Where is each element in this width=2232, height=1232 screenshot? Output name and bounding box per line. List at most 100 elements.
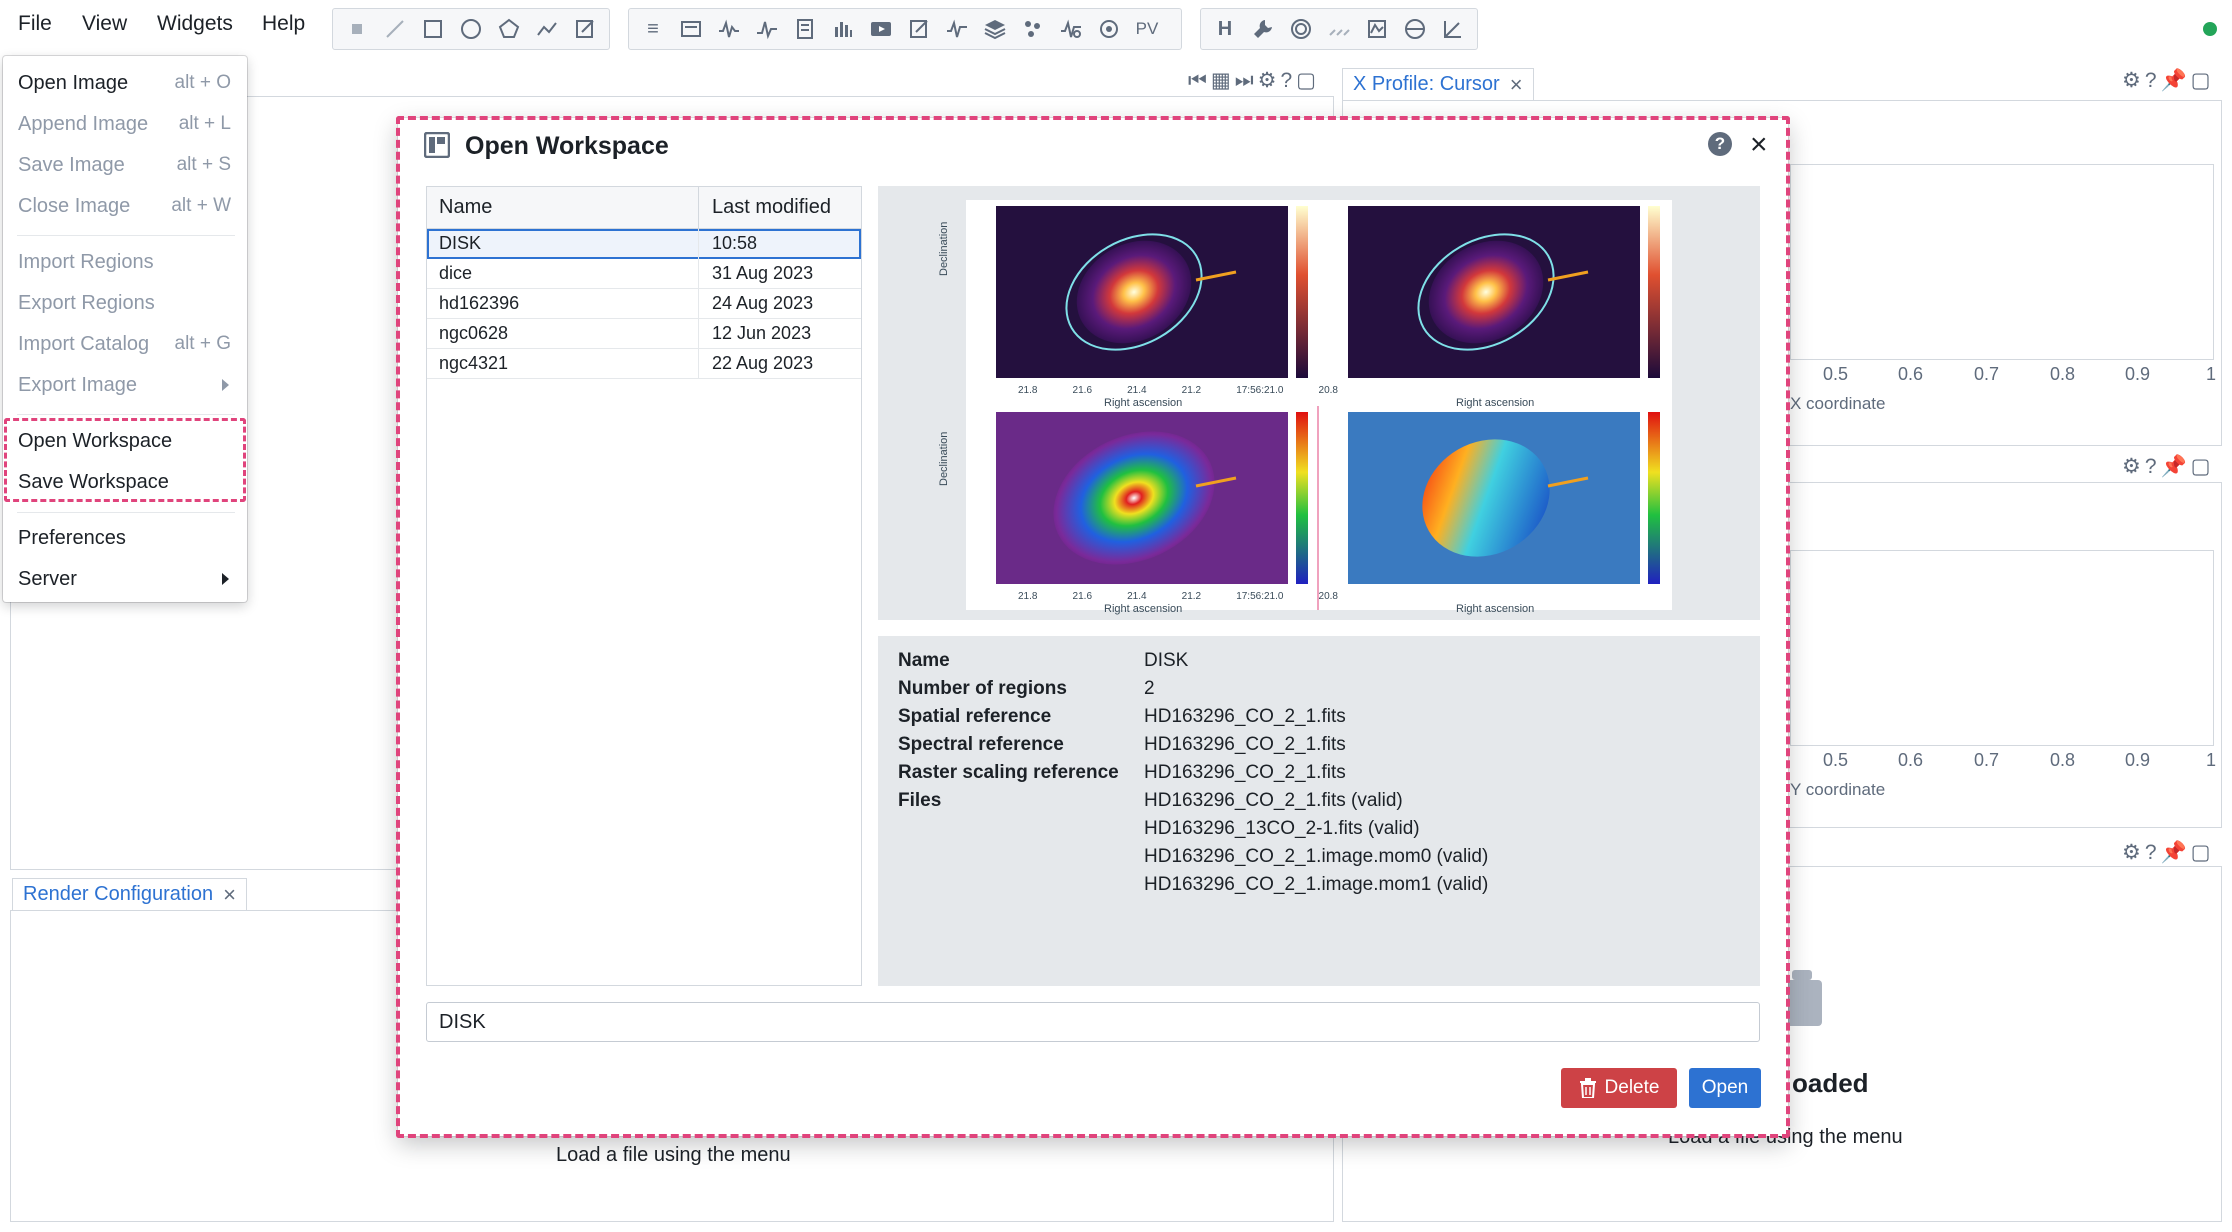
help-icon[interactable]: ? bbox=[2145, 455, 2157, 479]
layer-list-icon[interactable] bbox=[977, 11, 1013, 47]
trash-icon bbox=[1579, 1078, 1596, 1098]
menu-item-append-image[interactable]: Append Image alt + L bbox=[3, 105, 247, 143]
skip-first-icon[interactable]: ⏮ bbox=[1188, 69, 1207, 93]
header-icon[interactable]: ≡ bbox=[635, 11, 671, 47]
x-tick: 1 bbox=[2206, 750, 2217, 770]
line-tool-icon[interactable] bbox=[377, 11, 413, 47]
menu-item-save-image[interactable]: Save Image alt + S bbox=[3, 146, 247, 184]
spectral-profiler-icon[interactable] bbox=[749, 11, 785, 47]
ellipse-tool-icon[interactable] bbox=[453, 11, 489, 47]
info-file: HD163296_CO_2_1.image.mom0 (valid) bbox=[1144, 846, 1489, 867]
x-tick: 0.6 bbox=[1898, 364, 1924, 384]
render-config-icon[interactable] bbox=[901, 11, 937, 47]
menu-item-export-image[interactable]: Export Image bbox=[3, 366, 247, 404]
distance-measure-icon[interactable] bbox=[1435, 11, 1471, 47]
statistics-icon[interactable] bbox=[787, 11, 823, 47]
histogram-icon[interactable] bbox=[825, 11, 861, 47]
polyline-tool-icon[interactable] bbox=[529, 11, 565, 47]
help-icon[interactable]: ? bbox=[2145, 69, 2157, 93]
menubar: File View Widgets Help ≡ PV H bbox=[0, 0, 2232, 56]
menu-item-open-image[interactable]: Open Image alt + O bbox=[3, 64, 247, 102]
x-tick: 0.8 bbox=[2050, 364, 2076, 384]
rectangle-tool-icon[interactable] bbox=[415, 11, 451, 47]
table-row[interactable]: ngc4321 22 Aug 2023 bbox=[427, 349, 861, 379]
spectral-line-query-icon[interactable] bbox=[1053, 11, 1089, 47]
gear-icon[interactable]: ⚙ bbox=[2122, 68, 2141, 93]
open-button[interactable]: Open bbox=[1689, 1068, 1761, 1108]
maximize-icon[interactable]: ▢ bbox=[2191, 840, 2211, 865]
online-catalog-icon[interactable] bbox=[1397, 11, 1433, 47]
x-tick: 0.7 bbox=[1974, 364, 2000, 384]
menu-divider bbox=[17, 414, 235, 415]
help-icon[interactable]: ? bbox=[1280, 69, 1292, 93]
preview-axis-label-y: Declination bbox=[938, 221, 950, 276]
skip-next-icon[interactable]: ⏭ bbox=[1235, 69, 1254, 93]
delete-button[interactable]: Delete bbox=[1561, 1068, 1677, 1108]
tab-x-profile[interactable]: X Profile: Cursor × bbox=[1342, 68, 1534, 100]
x-tick: 0.6 bbox=[1898, 750, 1924, 770]
help-icon[interactable]: ? bbox=[2145, 841, 2157, 865]
gear-icon[interactable]: ⚙ bbox=[2122, 840, 2141, 865]
menu-file[interactable]: File bbox=[18, 12, 52, 36]
workspace-table: Name Last modified DISK 10:58 dice 31 Au… bbox=[426, 186, 862, 986]
x-profile-plot[interactable] bbox=[1790, 164, 2214, 360]
info-label-regions: Number of regions bbox=[898, 678, 1067, 699]
menu-item-preferences[interactable]: Preferences bbox=[3, 519, 247, 557]
pin-icon[interactable]: 📌 bbox=[2161, 455, 2187, 479]
contour-icon[interactable] bbox=[1283, 11, 1319, 47]
info-panel-icon[interactable] bbox=[673, 11, 709, 47]
menu-help[interactable]: Help bbox=[262, 12, 305, 36]
preview-axis-label-x: Right ascension bbox=[1104, 397, 1183, 409]
spatial-profiler-icon[interactable] bbox=[711, 11, 747, 47]
info-file: HD163296_13CO_2-1.fits (valid) bbox=[1144, 818, 1420, 839]
y-profile-controls: ⚙ ? 📌 ▢ bbox=[2122, 454, 2211, 479]
table-row[interactable]: DISK 10:58 bbox=[427, 229, 861, 259]
workspace-name-input[interactable] bbox=[426, 1002, 1760, 1042]
catalog-icon[interactable] bbox=[1015, 11, 1051, 47]
maximize-icon[interactable]: ▢ bbox=[2191, 454, 2211, 479]
x-tick: 0.9 bbox=[2125, 364, 2151, 384]
y-profile-plot[interactable] bbox=[1790, 550, 2214, 746]
x-tick: 0.7 bbox=[1974, 750, 2000, 770]
annotation-tool-icon[interactable] bbox=[567, 11, 603, 47]
close-icon[interactable]: × bbox=[1510, 72, 1523, 98]
fits-header-icon[interactable]: H bbox=[1207, 11, 1243, 47]
image-fitting-icon[interactable] bbox=[1359, 11, 1395, 47]
close-icon[interactable]: × bbox=[1750, 128, 1768, 162]
vector-overlay-icon[interactable] bbox=[1321, 11, 1357, 47]
column-header-last-modified[interactable]: Last modified bbox=[712, 196, 831, 219]
x-axis-label: X coordinate bbox=[1790, 394, 1886, 413]
gear-icon[interactable]: ⚙ bbox=[1258, 68, 1277, 93]
pv-generator-icon[interactable]: PV bbox=[1129, 11, 1165, 47]
menu-item-export-regions[interactable]: Export Regions bbox=[3, 284, 247, 322]
menu-view[interactable]: View bbox=[82, 12, 127, 36]
info-file: HD163296_CO_2_1.fits (valid) bbox=[1144, 790, 1403, 811]
x-profile-controls: ⚙ ? 📌 ▢ bbox=[2122, 68, 2211, 93]
animator-icon[interactable] bbox=[863, 11, 899, 47]
stokes-analysis-icon[interactable] bbox=[939, 11, 975, 47]
gear-icon[interactable]: ⚙ bbox=[2122, 454, 2141, 479]
wrench-icon[interactable] bbox=[1245, 11, 1281, 47]
tab-render-configuration[interactable]: Render Configuration × bbox=[12, 878, 247, 910]
polygon-tool-icon[interactable] bbox=[491, 11, 527, 47]
menu-item-server[interactable]: Server bbox=[3, 560, 247, 598]
tile-view-icon[interactable]: ▦ bbox=[1211, 68, 1231, 93]
menu-item-close-image[interactable]: Close Image alt + W bbox=[3, 187, 247, 225]
cursor-info-icon[interactable] bbox=[1091, 11, 1127, 47]
table-row[interactable]: dice 31 Aug 2023 bbox=[427, 259, 861, 289]
pin-icon[interactable]: 📌 bbox=[2161, 69, 2187, 93]
maximize-icon[interactable]: ▢ bbox=[1296, 68, 1316, 93]
column-header-name[interactable]: Name bbox=[439, 196, 492, 219]
help-icon[interactable]: ? bbox=[1708, 132, 1732, 156]
x-tick: 0.5 bbox=[1823, 750, 1849, 770]
maximize-icon[interactable]: ▢ bbox=[2191, 68, 2211, 93]
menu-item-import-catalog[interactable]: Import Catalog alt + G bbox=[3, 325, 247, 363]
pin-icon[interactable]: 📌 bbox=[2161, 841, 2187, 865]
table-row[interactable]: ngc0628 12 Jun 2023 bbox=[427, 319, 861, 349]
point-tool-icon[interactable] bbox=[339, 11, 375, 47]
menu-item-import-regions[interactable]: Import Regions bbox=[3, 243, 247, 281]
close-icon[interactable]: × bbox=[223, 882, 236, 908]
menu-widgets[interactable]: Widgets bbox=[157, 12, 233, 36]
y-axis-label: Y coordinate bbox=[1790, 780, 1886, 799]
table-row[interactable]: hd162396 24 Aug 2023 bbox=[427, 289, 861, 319]
